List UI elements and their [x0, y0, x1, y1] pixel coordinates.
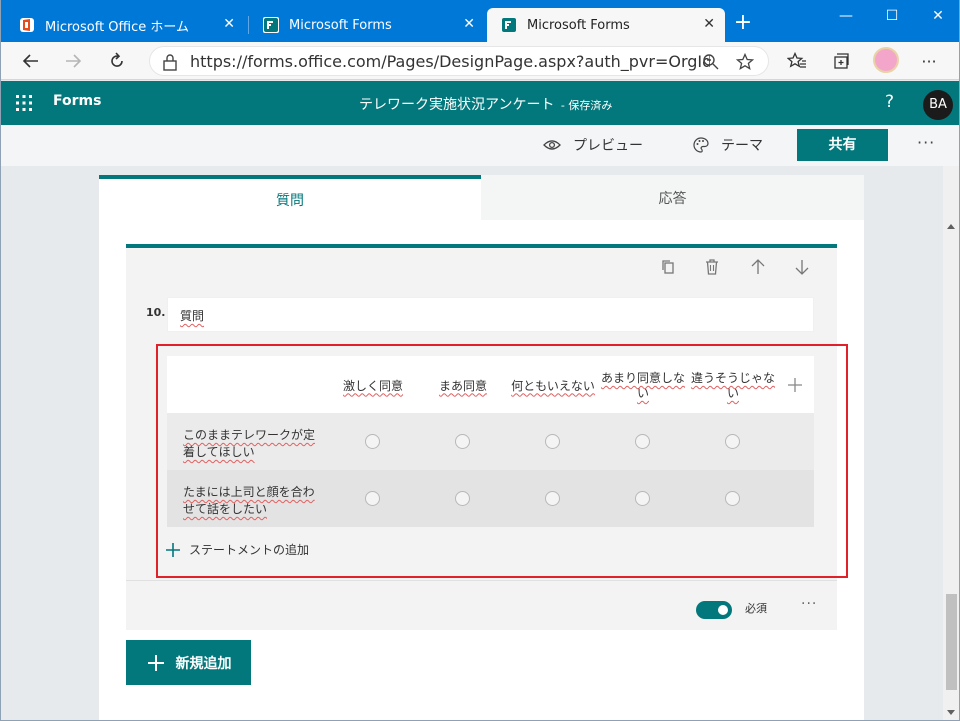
arrow-up-icon[interactable] — [749, 258, 767, 276]
tab-title: Microsoft Office ホーム — [45, 19, 189, 35]
save-status: - 保存済み — [560, 99, 613, 112]
required-toggle[interactable] — [696, 601, 732, 619]
arrow-right-icon — [66, 54, 82, 68]
question-number: 10. — [146, 306, 166, 319]
form-title-area: テレワーク実施状況アンケート - 保存済み — [359, 94, 612, 114]
close-window-button[interactable]: ✕ — [915, 4, 959, 28]
office-icon — [20, 18, 34, 32]
forward-button[interactable] — [59, 47, 87, 75]
maximize-button[interactable]: ☐ — [869, 4, 915, 28]
new-tab-button[interactable]: + — [731, 12, 755, 36]
user-avatar[interactable]: BA — [923, 90, 953, 120]
arrow-left-icon — [22, 54, 38, 68]
preview-button[interactable]: プレビュー — [543, 135, 643, 155]
trash-icon[interactable] — [703, 258, 721, 276]
arrow-down-icon[interactable] — [793, 258, 811, 276]
card-divider — [126, 580, 837, 581]
forms-header: Forms テレワーク実施状況アンケート - 保存済み ? BA — [1, 81, 959, 125]
url-text[interactable]: https://forms.office.com/Pages/DesignPag… — [190, 52, 710, 71]
command-bar: プレビュー テーマ 共有 ··· — [1, 125, 959, 166]
preview-label: プレビュー — [573, 138, 643, 154]
address-bar[interactable]: https://forms.office.com/Pages/DesignPag… — [149, 46, 769, 76]
forms-icon — [263, 17, 279, 33]
help-icon[interactable]: ? — [885, 92, 894, 112]
scrollbar-thumb[interactable] — [946, 594, 957, 690]
scroll-up-icon[interactable] — [947, 224, 955, 229]
eye-icon — [543, 140, 561, 150]
tab-strip: Microsoft Office ホーム ✕ Microsoft Forms ✕… — [1, 0, 959, 42]
scroll-down-icon[interactable] — [947, 710, 955, 715]
favorites-icon — [787, 52, 806, 68]
share-button[interactable]: 共有 — [797, 129, 888, 161]
palette-icon — [693, 137, 709, 153]
collections-icon — [834, 53, 849, 69]
refresh-icon — [111, 52, 123, 67]
close-icon[interactable]: ✕ — [703, 16, 715, 32]
question-title-input[interactable]: 質問 — [167, 297, 814, 332]
required-label: 必須 — [745, 602, 767, 615]
close-icon[interactable]: ✕ — [223, 16, 235, 32]
back-button[interactable] — [17, 47, 45, 75]
more-options-icon[interactable]: ··· — [917, 133, 935, 152]
browser-tab-forms-active[interactable]: Microsoft Forms ✕ — [487, 8, 725, 42]
star-icon[interactable] — [736, 53, 754, 71]
navigation-bar: https://forms.office.com/Pages/DesignPag… — [1, 42, 959, 80]
forms-icon — [502, 18, 516, 32]
tab-questions[interactable]: 質問 — [99, 175, 481, 220]
add-new-button[interactable]: 新規追加 — [126, 640, 251, 685]
browser-tab-office-home[interactable]: Microsoft Office ホーム ✕ — [5, 8, 245, 42]
lock-icon — [163, 54, 177, 71]
plus-icon — [147, 654, 164, 671]
theme-label: テーマ — [721, 138, 763, 154]
browser-more-button[interactable]: ··· — [915, 47, 943, 75]
form-tabs: 質問 応答 — [99, 175, 864, 220]
collections-button[interactable] — [827, 47, 855, 75]
app-launcher-icon[interactable] — [15, 94, 33, 112]
question-more-icon[interactable]: ··· — [801, 596, 817, 612]
tab-title: Microsoft Forms — [527, 17, 630, 33]
form-title: テレワーク実施状況アンケート — [359, 97, 555, 113]
tab-responses[interactable]: 応答 — [481, 175, 864, 220]
browser-tab-forms-1[interactable]: Microsoft Forms ✕ — [249, 8, 485, 42]
highlight-box — [156, 344, 848, 578]
add-new-label: 新規追加 — [175, 655, 232, 672]
browser-window: Microsoft Office ホーム ✕ Microsoft Forms ✕… — [0, 0, 960, 721]
question-title-text[interactable]: 質問 — [180, 307, 204, 324]
close-icon[interactable]: ✕ — [463, 16, 475, 32]
copy-icon[interactable] — [659, 258, 677, 276]
refresh-button[interactable] — [103, 47, 131, 75]
zoom-icon[interactable] — [702, 53, 720, 71]
tab-title: Microsoft Forms — [289, 17, 392, 33]
profile-avatar-icon[interactable] — [873, 47, 899, 73]
favorites-button[interactable] — [783, 47, 811, 75]
theme-button[interactable]: テーマ — [693, 135, 763, 155]
vertical-scrollbar[interactable] — [943, 166, 959, 720]
minimize-button[interactable]: — — [823, 4, 869, 28]
app-name[interactable]: Forms — [53, 93, 101, 109]
